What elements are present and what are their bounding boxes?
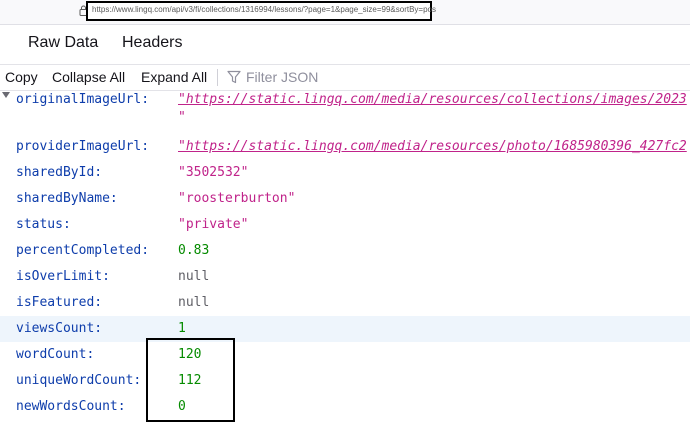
json-row-unique-word-count[interactable]: uniqueWordCount: 112 [0, 368, 690, 394]
json-key: providerImageUrl: [16, 139, 150, 154]
filter-json-input[interactable]: Filter JSON [246, 69, 318, 85]
json-value[interactable]: "https://static.lingq.com/media/resource… [178, 139, 687, 154]
address-bar[interactable]: https://www.lingq.com/api/v3/fi/collecti… [0, 0, 690, 25]
counts-highlight-box [146, 338, 235, 422]
json-value: 0.83 [178, 243, 210, 258]
json-row-shared-by-name[interactable]: sharedByName: "roosterburton" [0, 186, 690, 212]
json-value: null [178, 295, 210, 310]
json-toolbar: Copy Collapse All Expand All Filter JSON [0, 64, 690, 91]
json-key: uniqueWordCount: [16, 373, 142, 388]
json-value: "3502532" [178, 165, 249, 180]
tab-raw-data[interactable]: Raw Data [28, 34, 98, 52]
json-key: viewsCount: [16, 321, 103, 336]
viewer-tabs: Raw Data Headers [0, 26, 690, 65]
json-key: percentCompleted: [16, 243, 150, 258]
json-row-new-words-count[interactable]: newWordsCount: 0 [0, 394, 690, 420]
json-row-views-count[interactable]: viewsCount: 1 [0, 316, 690, 342]
json-key: newWordsCount: [16, 399, 126, 414]
json-value: "private" [178, 217, 249, 232]
expand-toggle-icon[interactable] [2, 92, 10, 98]
collapse-all-button[interactable]: Collapse All [52, 69, 125, 85]
json-row-is-featured[interactable]: isFeatured: null [0, 290, 690, 316]
json-key: sharedById: [16, 165, 103, 180]
json-row-shared-by-id[interactable]: sharedById: "3502532" [0, 160, 690, 186]
json-row-percent-completed[interactable]: percentCompleted: 0.83 [0, 238, 690, 264]
json-row-is-over-limit[interactable]: isOverLimit: null [0, 264, 690, 290]
copy-button[interactable]: Copy [5, 69, 38, 85]
json-value: 1 [178, 321, 186, 336]
json-key: status: [16, 217, 71, 232]
json-key: isFeatured: [16, 295, 103, 310]
json-key: isOverLimit: [16, 269, 110, 284]
expand-all-button[interactable]: Expand All [141, 69, 207, 85]
toolbar-divider [217, 69, 218, 86]
filter-icon [227, 70, 241, 84]
url-text[interactable]: https://www.lingq.com/api/v3/fi/collecti… [92, 5, 436, 14]
json-key: sharedByName: [16, 191, 118, 206]
json-key: originalImageUrl: [16, 92, 150, 107]
json-key: wordCount: [16, 347, 95, 362]
json-row-word-count[interactable]: wordCount: 120 [0, 342, 690, 368]
json-row-status[interactable]: status: "private" [0, 212, 690, 238]
json-row-provider-image-url[interactable]: providerImageUrl: "https://static.lingq.… [0, 134, 690, 160]
json-value[interactable]: "https://static.lingq.com/media/resource… [178, 92, 687, 107]
json-value-continuation: " [178, 110, 186, 125]
json-value: null [178, 269, 210, 284]
tab-headers[interactable]: Headers [122, 34, 182, 52]
json-row-original-image-url[interactable]: originalImageUrl: "https://static.lingq.… [0, 90, 690, 134]
json-value: "roosterburton" [178, 191, 296, 206]
